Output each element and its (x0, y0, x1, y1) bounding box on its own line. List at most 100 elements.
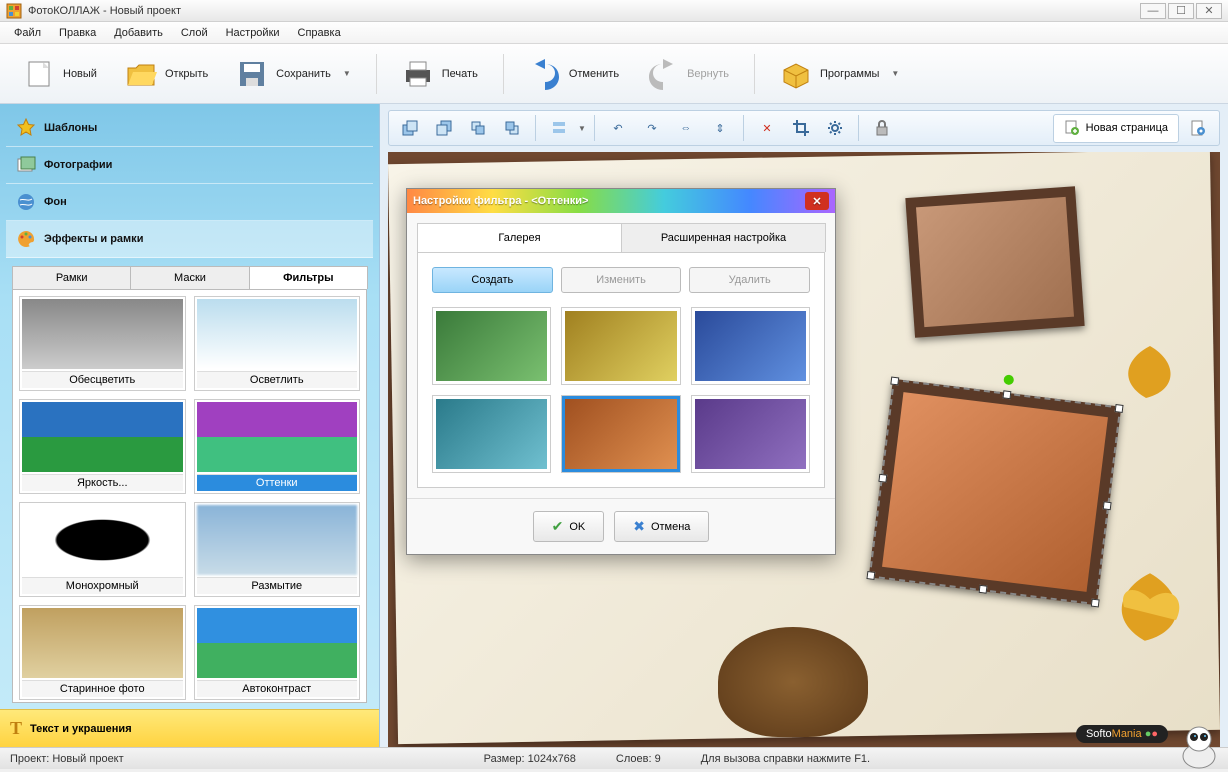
resize-handle[interactable] (1115, 404, 1124, 413)
flip-v-button[interactable]: ⇕ (705, 115, 735, 141)
preset-grid (432, 307, 810, 473)
filter-desaturate[interactable]: Обесцветить (19, 296, 186, 391)
toolbar-programs[interactable]: Программы ▼ (769, 51, 910, 97)
page-settings-button[interactable] (1183, 115, 1213, 141)
sidebar-templates[interactable]: Шаблоны (6, 110, 373, 147)
save-dropdown-icon[interactable]: ▼ (343, 69, 351, 78)
filter-vintage[interactable]: Старинное фото (19, 605, 186, 700)
resize-handle[interactable] (1002, 390, 1011, 399)
tab-masks[interactable]: Маски (130, 266, 249, 289)
programs-dropdown-icon[interactable]: ▼ (891, 69, 899, 78)
ok-button[interactable]: ✔ OK (533, 511, 605, 542)
toolbar-open[interactable]: Открыть (114, 51, 219, 97)
rotate-right-button[interactable]: ↷ (637, 115, 667, 141)
align-dropdown-icon[interactable]: ▼ (578, 124, 586, 133)
edit-button[interactable]: Изменить (561, 267, 682, 293)
filter-brightness[interactable]: Яркость... (19, 399, 186, 494)
titlebar: ФотоКОЛЛАЖ - Новый проект — ☐ ✕ (0, 0, 1228, 22)
filter-settings-dialog: Настройки фильтра - <Оттенки> ✕ Галерея … (406, 188, 836, 555)
settings-button[interactable] (820, 115, 850, 141)
send-back-button[interactable] (429, 115, 459, 141)
sidebar-templates-label: Шаблоны (44, 122, 97, 134)
minimize-button[interactable]: — (1140, 3, 1166, 19)
filter-lighten[interactable]: Осветлить (194, 296, 361, 391)
printer-icon (402, 58, 434, 90)
photo-frame-1[interactable] (905, 186, 1084, 338)
separator (743, 115, 744, 141)
toolbar-undo[interactable]: Отменить (518, 51, 630, 97)
palette-icon (16, 229, 36, 249)
create-button[interactable]: Создать (432, 267, 553, 293)
filters-grid[interactable]: Обесцветить Осветлить Яркость... Оттенки… (12, 290, 367, 703)
resize-handle[interactable] (1091, 599, 1100, 608)
star-icon (16, 118, 36, 138)
sidebar-text-deco-label: Текст и украшения (30, 723, 132, 735)
toolbar-programs-label: Программы (820, 68, 879, 80)
undo-icon (529, 58, 561, 90)
sidebar-background[interactable]: Фон (6, 184, 373, 221)
photos-icon (16, 155, 36, 175)
flip-h-button[interactable]: ⇔ (671, 115, 701, 141)
delete-button[interactable]: Удалить (689, 267, 810, 293)
filter-blur[interactable]: Размытие (194, 502, 361, 597)
preset-tint-orange[interactable] (561, 395, 680, 473)
menu-help[interactable]: Справка (290, 24, 349, 42)
toolbar-redo-label: Вернуть (687, 68, 729, 80)
delete-button[interactable]: ✕ (752, 115, 782, 141)
align-button[interactable] (544, 115, 574, 141)
check-icon: ✔ (552, 518, 564, 535)
filter-monochrome[interactable]: Монохромный (19, 502, 186, 597)
resize-handle[interactable] (890, 377, 899, 386)
sidebar-effects[interactable]: Эффекты и рамки (6, 221, 373, 258)
new-page-button[interactable]: Новая страница (1053, 114, 1179, 143)
separator (376, 54, 377, 94)
preset-tint-purple[interactable] (691, 395, 810, 473)
sidebar-photos[interactable]: Фотографии (6, 147, 373, 184)
menu-file[interactable]: Файл (6, 24, 49, 42)
menu-edit[interactable]: Правка (51, 24, 104, 42)
filter-tints[interactable]: Оттенки (194, 399, 361, 494)
resize-handle[interactable] (1103, 501, 1112, 510)
dialog-panel: Создать Изменить Удалить (417, 253, 825, 488)
sidebar-text-deco[interactable]: T Текст и украшения (0, 709, 379, 747)
toolbar-print[interactable]: Печать (391, 51, 489, 97)
dialog-tab-advanced[interactable]: Расширенная настройка (621, 223, 826, 252)
dialog-titlebar[interactable]: Настройки фильтра - <Оттенки> ✕ (407, 189, 835, 213)
preset-tint-cyan[interactable] (432, 395, 551, 473)
resize-handle[interactable] (866, 571, 875, 580)
hedgehog-decoration (718, 627, 868, 737)
bring-front-button[interactable] (395, 115, 425, 141)
move-up-button[interactable] (463, 115, 493, 141)
resize-handle[interactable] (878, 474, 887, 483)
menu-settings[interactable]: Настройки (218, 24, 288, 42)
cancel-button[interactable]: ✖ Отмена (614, 511, 709, 542)
leaf-decoration (1098, 568, 1202, 646)
lock-button[interactable] (867, 115, 897, 141)
sidebar-photos-label: Фотографии (44, 159, 112, 171)
move-down-button[interactable] (497, 115, 527, 141)
globe-icon (16, 192, 36, 212)
preset-tint-blue[interactable] (691, 307, 810, 385)
toolbar-new-label: Новый (63, 68, 97, 80)
toolbar-open-label: Открыть (165, 68, 208, 80)
menu-layer[interactable]: Слой (173, 24, 216, 42)
dialog-tab-gallery[interactable]: Галерея (417, 223, 622, 252)
rotate-left-button[interactable]: ↶ (603, 115, 633, 141)
filter-autocontrast[interactable]: Автоконтраст (194, 605, 361, 700)
tab-frames[interactable]: Рамки (12, 266, 131, 289)
resize-handle[interactable] (979, 585, 988, 594)
crop-button[interactable] (786, 115, 816, 141)
preset-tint-yellow[interactable] (561, 307, 680, 385)
window-title: ФотоКОЛЛАЖ - Новый проект (28, 5, 1140, 17)
preset-tint-green[interactable] (432, 307, 551, 385)
maximize-button[interactable]: ☐ (1168, 3, 1194, 19)
tab-filters[interactable]: Фильтры (249, 266, 368, 289)
photo-frame-2-selected[interactable] (869, 379, 1122, 606)
menu-add[interactable]: Добавить (106, 24, 171, 42)
app-icon (6, 3, 22, 19)
close-button[interactable]: ✕ (1196, 3, 1222, 19)
folder-open-icon (125, 58, 157, 90)
toolbar-save[interactable]: Сохранить ▼ (225, 51, 362, 97)
dialog-close-button[interactable]: ✕ (805, 192, 829, 210)
toolbar-new[interactable]: Новый (12, 51, 108, 97)
